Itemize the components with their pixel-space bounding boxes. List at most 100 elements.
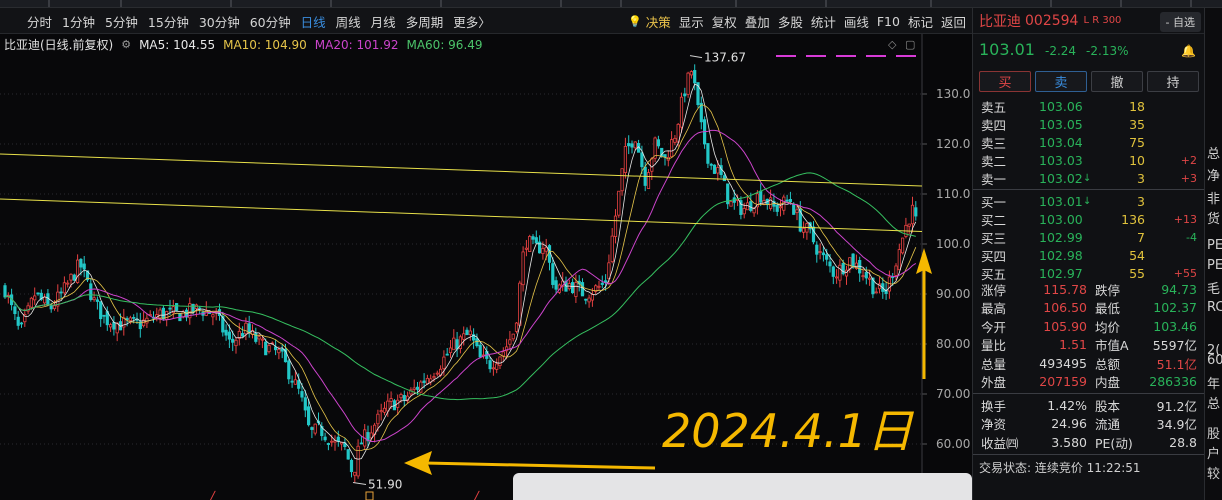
candle-body	[376, 413, 380, 425]
chart-tool-9[interactable]: 返回	[937, 12, 970, 31]
candle-body	[646, 172, 651, 189]
chart-tool-7[interactable]: F10	[873, 14, 904, 29]
ob-change: -4	[1186, 230, 1197, 244]
period-tab[interactable]: 更多〉	[448, 12, 496, 31]
chart-tool-1[interactable]: 显示	[675, 12, 708, 31]
candle-body	[346, 449, 350, 460]
ob-volume: 35	[1129, 116, 1145, 132]
chart-settings-icon[interactable]: ⚙	[121, 38, 131, 51]
trade-status: 交易状态: 连续竞价 11:22:51	[979, 461, 1141, 475]
candle-body	[277, 349, 281, 354]
ob-volume: 18	[1129, 98, 1145, 114]
ma20-line	[4, 129, 917, 442]
period-tab[interactable]: 周线	[331, 12, 366, 31]
candle-body	[534, 237, 538, 244]
chart-tool-8[interactable]: 标记	[904, 12, 937, 31]
edge-text: 总	[1207, 397, 1221, 412]
period-tab[interactable]: 5分钟	[100, 12, 143, 31]
candle-body	[465, 329, 469, 336]
price-tick-label: 90.00	[936, 287, 970, 301]
ask-row: 卖二 103.03 10 +2	[973, 151, 1205, 169]
chart-tool-2[interactable]: 复权	[708, 12, 741, 31]
stat-value: 207159	[1039, 374, 1087, 390]
candle-body	[851, 253, 855, 268]
ob-change: +13	[1173, 212, 1197, 226]
kline-chart[interactable]: 130.0 120.0 110.0 100.0 90.00 80.00 70.00 60.00…	[0, 34, 972, 500]
period-tab[interactable]: 30分钟	[194, 12, 245, 31]
ob-price: 103.02	[1039, 170, 1083, 186]
candle-body	[712, 164, 717, 174]
candle-body	[571, 282, 575, 294]
candle-body	[788, 199, 793, 203]
divider	[973, 393, 1205, 394]
candle-body	[448, 347, 453, 354]
candle-body	[280, 348, 284, 352]
candle-body	[353, 471, 357, 476]
candle-body	[13, 306, 17, 315]
kline-svg[interactable]: 130.0 120.0 110.0 100.0 90.00 80.00 70.00 60.00…	[0, 34, 972, 500]
ob-level-label: 卖一	[981, 171, 1007, 187]
chart-tool-0[interactable]: 决策	[642, 12, 675, 31]
handwritten-date-note: 2024.4.1日	[662, 404, 915, 458]
candle-body	[59, 291, 63, 294]
candle-body	[379, 410, 383, 413]
ma-label: MA60: 96.49	[406, 37, 483, 52]
holdings-button[interactable]: 持	[1147, 71, 1199, 92]
tab-divider	[1120, 0, 1122, 7]
low-marker-line	[352, 482, 367, 485]
bell-icon[interactable]: 🔔	[1181, 44, 1196, 58]
edge-text: 毛	[1207, 282, 1221, 297]
edge-text: 股	[1207, 427, 1221, 442]
chart-tool-4[interactable]: 多股	[774, 12, 807, 31]
candle-body	[109, 324, 113, 328]
period-tab[interactable]: 1分钟	[57, 12, 100, 31]
period-tab[interactable]: 分时	[22, 12, 57, 31]
period-tab[interactable]: 日线	[296, 12, 331, 31]
candle-body	[43, 296, 47, 304]
chart-tool-6[interactable]: 画线	[840, 12, 873, 31]
candle-body	[630, 143, 634, 148]
ob-level-label: 买二	[981, 212, 1007, 228]
candle-body	[511, 333, 515, 340]
add-watchlist-button[interactable]: - 自选	[1159, 12, 1201, 32]
candle-body	[897, 249, 901, 271]
stat-row: 收益㈣ 3.580 PE(动) 28.8	[973, 433, 1205, 452]
period-tab[interactable]: 多周期	[401, 12, 449, 31]
candle-body	[3, 285, 7, 298]
lightbulb-icon[interactable]: 💡	[626, 15, 642, 28]
sell-button[interactable]: 卖	[1035, 71, 1087, 92]
buy-button[interactable]: 买	[979, 71, 1031, 92]
candle-body	[478, 344, 482, 358]
order-book: 卖五 103.06 18 卖四 103.05 35 卖三 103.04 75 卖二 103.03 10…	[973, 97, 1205, 282]
period-tab[interactable]: 月线	[366, 12, 401, 31]
candle-body	[689, 71, 694, 76]
quote-panel: 比亚迪 002594 L R 300 - 自选 103.01 -2.24 -2.…	[972, 8, 1205, 500]
stat-label: PE(动)	[1095, 435, 1133, 451]
candle-body	[293, 379, 298, 385]
ma-label: MA5: 104.55	[139, 37, 216, 52]
divider	[973, 189, 1205, 190]
candle-body	[389, 398, 393, 402]
chart-tool-5[interactable]: 统计	[807, 12, 840, 31]
ob-price: 102.97	[1039, 265, 1083, 281]
candle-body	[686, 72, 690, 95]
candle-body	[264, 341, 268, 356]
period-tab[interactable]: 60分钟	[245, 12, 296, 31]
tab-divider	[1050, 0, 1052, 7]
ask-row: 卖一 103.02 3 ↓ +3	[973, 169, 1205, 187]
price-tick-label: 80.00	[936, 337, 970, 351]
candle-body	[174, 303, 179, 311]
diamond-icon: ◇	[888, 38, 897, 51]
chart-tool-3[interactable]: 叠加	[741, 12, 774, 31]
stat-label: 总额	[1095, 356, 1121, 372]
ma-label: MA10: 104.90	[223, 37, 307, 52]
candle-body	[452, 337, 456, 351]
candle-body	[92, 297, 96, 301]
candle-body	[290, 380, 294, 383]
cancel-order-button[interactable]: 撤	[1091, 71, 1143, 92]
edge-text: 总	[1207, 147, 1221, 162]
candle-body	[749, 201, 753, 211]
candle-body	[66, 282, 70, 285]
bid-row: 买三 102.99 7 -4	[973, 228, 1205, 246]
period-tab[interactable]: 15分钟	[143, 12, 194, 31]
